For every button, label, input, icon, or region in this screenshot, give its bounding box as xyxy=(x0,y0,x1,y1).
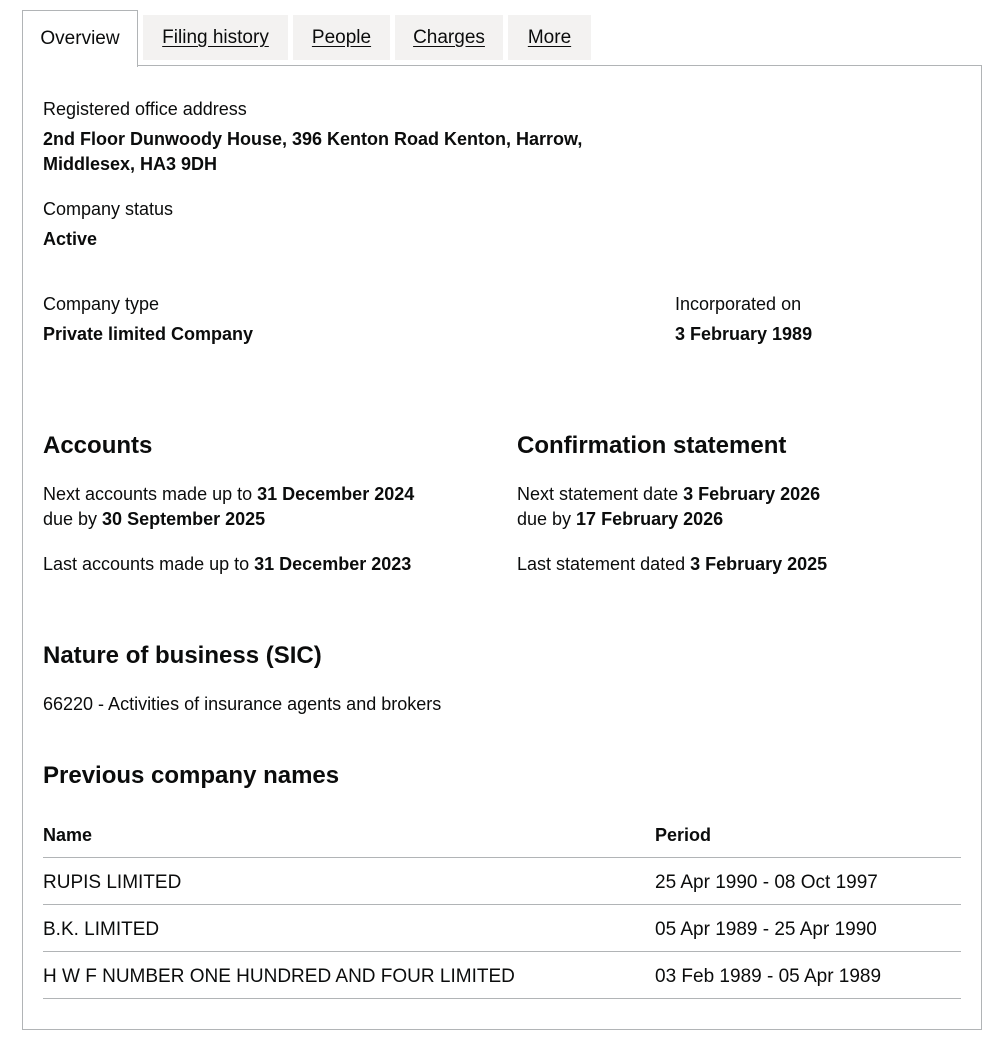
row-name: B.K. LIMITED xyxy=(43,919,160,940)
accounts-due-date: 30 September 2025 xyxy=(102,509,266,529)
column-header-name: Name xyxy=(43,825,93,845)
sic-heading: Nature of business (SIC) xyxy=(43,642,322,669)
accounts-next-date: 31 December 2024 xyxy=(257,484,415,504)
accounts-due-prefix: due by xyxy=(43,509,103,529)
accounts-due: due by 30 September 2025 xyxy=(43,507,265,532)
row-period: 05 Apr 1989 - 25 Apr 1990 xyxy=(655,919,877,940)
row-period: 25 Apr 1990 - 08 Oct 1997 xyxy=(655,872,878,893)
tab-filing-history[interactable]: Filing history xyxy=(143,15,288,60)
incorporated-value: 3 February 1989 xyxy=(675,324,813,344)
incorporated-label: Incorporated on xyxy=(675,294,802,314)
registered-office-line2: Middlesex, HA3 9DH xyxy=(43,154,218,174)
tab-overview[interactable]: Overview xyxy=(22,10,138,67)
confirmation-last-prefix: Last statement dated xyxy=(517,554,691,574)
company-status-value: Active xyxy=(43,229,98,249)
tab-bar: Overview Filing history People Charges M… xyxy=(22,10,982,67)
table-divider xyxy=(43,857,961,858)
table-divider xyxy=(43,951,961,952)
table-divider xyxy=(43,998,961,999)
tab-charges[interactable]: Charges xyxy=(395,15,503,60)
row-period: 03 Feb 1989 - 05 Apr 1989 xyxy=(655,966,882,987)
sic-entry: 66220 - Activities of insurance agents a… xyxy=(43,694,442,714)
confirmation-heading: Confirmation statement xyxy=(517,432,787,459)
row-name: RUPIS LIMITED xyxy=(43,872,182,893)
confirmation-last: Last statement dated 3 February 2025 xyxy=(517,552,827,577)
company-status-label: Company status xyxy=(43,199,174,219)
confirmation-due-date: 17 February 2026 xyxy=(576,509,724,529)
confirmation-next-date: 3 February 2026 xyxy=(683,484,821,504)
registered-office-label: Registered office address xyxy=(43,99,247,119)
confirmation-last-date: 3 February 2025 xyxy=(690,554,828,574)
accounts-last: Last accounts made up to 31 December 202… xyxy=(43,552,411,577)
confirmation-due-prefix: due by xyxy=(517,509,577,529)
registered-office-line1: 2nd Floor Dunwoody House, 396 Kenton Roa… xyxy=(43,129,583,149)
table-divider xyxy=(43,904,961,905)
row-name: H W F NUMBER ONE HUNDRED AND FOUR LIMITE… xyxy=(43,966,515,987)
accounts-last-prefix: Last accounts made up to xyxy=(43,554,255,574)
company-type-label: Company type xyxy=(43,294,160,314)
previous-names-heading: Previous company names xyxy=(43,762,340,789)
accounts-next: Next accounts made up to 31 December 202… xyxy=(43,482,414,507)
tab-more[interactable]: More xyxy=(508,15,591,60)
column-header-period: Period xyxy=(655,825,712,845)
confirmation-due: due by 17 February 2026 xyxy=(517,507,723,532)
accounts-heading: Accounts xyxy=(43,432,153,459)
tab-people[interactable]: People xyxy=(293,15,390,60)
accounts-last-date: 31 December 2023 xyxy=(254,554,412,574)
accounts-next-prefix: Next accounts made up to xyxy=(43,484,258,504)
company-type-value: Private limited Company xyxy=(43,324,254,344)
confirmation-next-prefix: Next statement date xyxy=(517,484,684,504)
overview-panel: Registered office address 2nd Floor Dunw… xyxy=(22,65,982,1030)
confirmation-next: Next statement date 3 February 2026 xyxy=(517,482,820,507)
